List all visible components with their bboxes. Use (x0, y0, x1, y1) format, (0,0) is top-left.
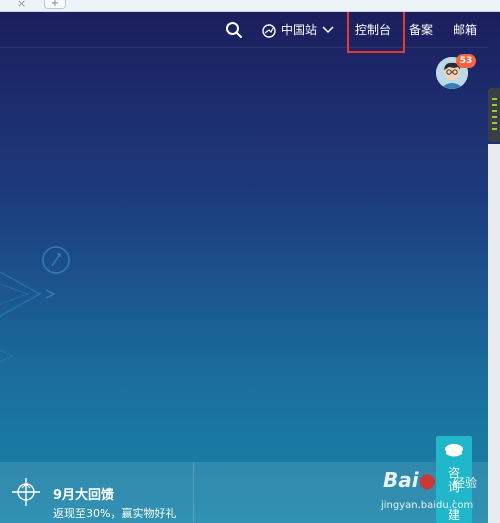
promo-divider (193, 462, 194, 523)
side-tool-panel[interactable] (488, 88, 500, 142)
tech-decoration (0, 246, 70, 363)
vertical-scrollbar[interactable] (488, 144, 500, 523)
chat-icon (445, 444, 463, 457)
browser-tab-strip: × + (0, 0, 500, 12)
search-icon[interactable] (225, 21, 243, 39)
baidu-jingyan-watermark: Bai● 经验 jingyan.baidu.com (379, 468, 500, 523)
paw-icon: ● (418, 468, 437, 492)
notification-badge: 53 (456, 54, 476, 68)
panel-bar (492, 110, 497, 112)
chevron-down-icon[interactable] (322, 26, 334, 34)
panel-bar (492, 122, 497, 124)
baidu-logo: Bai● (383, 468, 436, 492)
record-link[interactable]: 备案 (409, 12, 433, 48)
promo-subtitle: 返现至30%，赢实物好礼 (53, 507, 177, 520)
hero-banner: 中国站 控制台 备案 邮箱 53 9月大回馈 返现至30%，赢实物好礼 咨 询 … (0, 12, 500, 523)
console-highlight-box (347, 12, 405, 53)
logo-text: Bai (383, 468, 419, 492)
tab-close-icon[interactable]: × (17, 0, 26, 10)
watermark-text: 经验 (453, 476, 478, 490)
watermark-url: jingyan.baidu.com (381, 500, 474, 511)
gift-icon (12, 478, 40, 506)
panel-bar (492, 104, 497, 106)
panel-bar (492, 98, 497, 100)
panel-bar (492, 116, 497, 118)
globe-icon[interactable] (262, 24, 276, 38)
panel-bar (492, 128, 497, 130)
region-selector[interactable]: 中国站 (281, 12, 317, 48)
mail-link[interactable]: 邮箱 (453, 12, 477, 48)
top-navigation: 中国站 控制台 备案 邮箱 (0, 12, 488, 48)
new-tab-button[interactable]: + (44, 0, 66, 9)
promo-title: 9月大回馈 (53, 488, 115, 503)
